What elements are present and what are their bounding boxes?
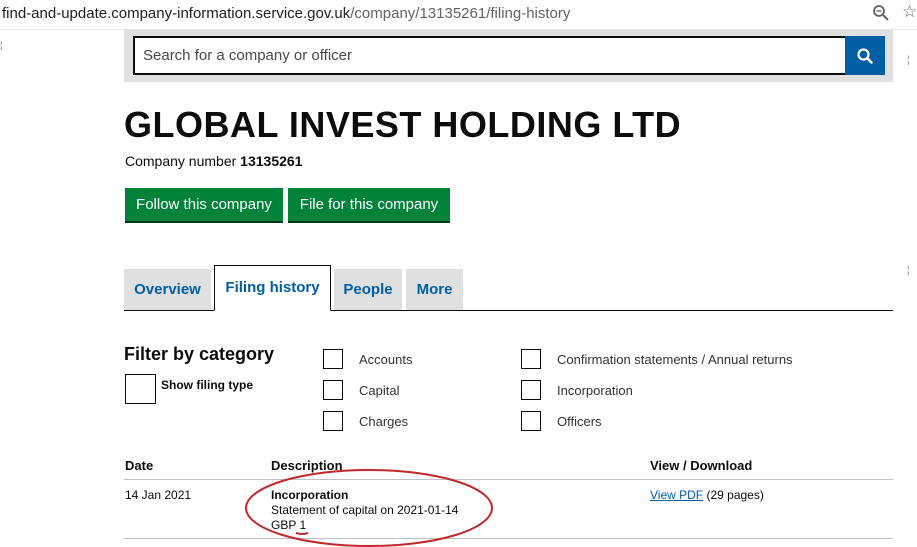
company-number-value: 13135261 [240,153,303,169]
confirmation-statements-checkbox[interactable] [521,349,541,369]
charges-label[interactable]: Charges [359,414,408,429]
view-pdf-link[interactable]: View PDF [650,488,703,502]
confirmation-statements-label[interactable]: Confirmation statements / Annual returns [557,352,793,367]
url-host: find-and-update.company-information.serv… [2,5,351,22]
search-input[interactable] [133,36,848,75]
follow-company-button[interactable]: Follow this company [125,188,283,221]
column-header-view-download: View / Download [650,458,753,473]
column-header-date: Date [125,458,154,473]
show-filing-type-label[interactable]: Show filing type [161,378,253,392]
url-text[interactable]: find-and-update.company-information.serv… [2,5,570,22]
officers-checkbox[interactable] [521,411,541,431]
column-header-description: Description [271,458,343,473]
incorporation-checkbox[interactable] [521,380,541,400]
filing-detail: Statement of capital on 2021-01-14 [271,503,459,517]
page-edge-mark: ¦ [907,265,910,276]
tab-filing-history[interactable]: Filing history [214,265,331,311]
company-name: GLOBAL INVEST HOLDING LTD [124,104,682,145]
filing-type: Incorporation [271,488,349,502]
table-header-divider [124,479,893,480]
url-path: /company/13135261/filing-history [350,5,571,22]
page-edge-mark: ¦ [0,40,3,50]
company-number-label: Company number [125,153,237,169]
file-for-company-button[interactable]: File for this company [288,188,450,221]
charges-checkbox[interactable] [323,411,343,431]
show-filing-type-checkbox[interactable] [125,374,156,404]
tab-overview[interactable]: Overview [124,269,211,310]
page-edge-mark: ¦ [907,55,910,66]
company-tabs: Overview Filing history People More [124,265,893,311]
table-row-divider [124,538,893,539]
view-download-cell: View PDF (29 pages) [650,488,764,502]
tab-people[interactable]: People [334,269,402,310]
search-header [124,30,893,82]
tab-more[interactable]: More [406,269,463,310]
zoom-icon[interactable] [872,4,890,22]
star-icon[interactable]: ☆ [902,3,917,21]
filing-date: 14 Jan 2021 [125,488,192,502]
accounts-label[interactable]: Accounts [359,352,412,367]
search-icon [857,47,873,64]
pdf-page-count: (29 pages) [706,488,764,502]
accounts-checkbox[interactable] [323,349,343,369]
company-number: Company number 13135261 [125,153,302,169]
capital-label[interactable]: Capital [359,383,399,398]
search-button[interactable] [845,36,885,75]
filing-capital: GBP 1 [271,518,307,532]
filter-title: Filter by category [124,344,275,364]
officers-label[interactable]: Officers [557,414,602,429]
incorporation-label[interactable]: Incorporation [557,383,633,398]
browser-url-bar[interactable]: find-and-update.company-information.serv… [0,0,917,30]
capital-checkbox[interactable] [323,380,343,400]
